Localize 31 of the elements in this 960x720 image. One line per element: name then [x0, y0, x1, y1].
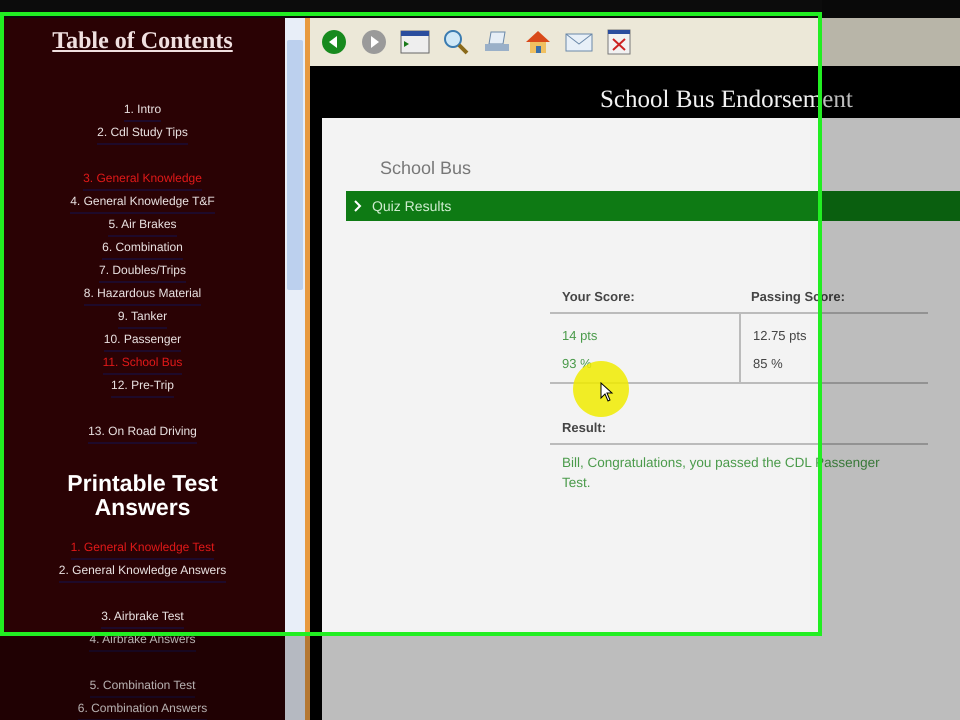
chevron-icon [354, 200, 362, 212]
section-title: Printable Test Answers [66, 471, 219, 519]
quiz-results-bar[interactable]: Quiz Results [346, 191, 960, 221]
result-label: Result: [550, 420, 928, 445]
bar-label: Quiz Results [372, 198, 452, 214]
toc-link[interactable]: 9. Tanker [118, 306, 168, 329]
quiz-title: School Bus [379, 158, 472, 179]
cursor-icon [600, 382, 614, 402]
toc-link[interactable]: 1. Intro [124, 99, 162, 122]
toc-link[interactable]: 12. Pre-Trip [111, 375, 174, 398]
toc-link[interactable]: 13. On Road Driving [88, 421, 197, 444]
toc-link[interactable]: 5. Combination Test [90, 675, 196, 698]
toc-link[interactable]: 6. Combination Answers [78, 698, 208, 720]
sidebar-title: Table of Contents [52, 28, 233, 55]
toc-link[interactable]: 2. Cdl Study Tips [97, 122, 188, 145]
toc-link[interactable]: 1. General Knowledge Test [70, 537, 214, 560]
toc-link[interactable]: 7. Doubles/Trips [99, 260, 186, 283]
toc-link[interactable]: 2. General Knowledge Answers [58, 560, 226, 583]
column-label: Your Score: [550, 289, 739, 314]
toc-link[interactable]: 4. General Knowledge T&F [70, 191, 215, 214]
toc-link[interactable]: 11. School Bus [102, 352, 182, 375]
score-value: 12.75 pts [753, 327, 808, 345]
scrollbar[interactable] [285, 18, 310, 720]
toc-link[interactable]: 10. Passenger [104, 329, 182, 352]
score-value: 85 % [753, 355, 784, 373]
toc-link[interactable]: 6. Combination [102, 237, 183, 260]
toc-link[interactable]: 3. Airbrake Test [101, 606, 184, 629]
toc-link[interactable]: 5. Air Brakes [108, 214, 177, 237]
score-value: 14 pts [562, 327, 598, 345]
toc-link[interactable]: 8. Hazardous Material [84, 283, 202, 306]
toc-link[interactable]: 3. General Knowledge [83, 168, 202, 191]
